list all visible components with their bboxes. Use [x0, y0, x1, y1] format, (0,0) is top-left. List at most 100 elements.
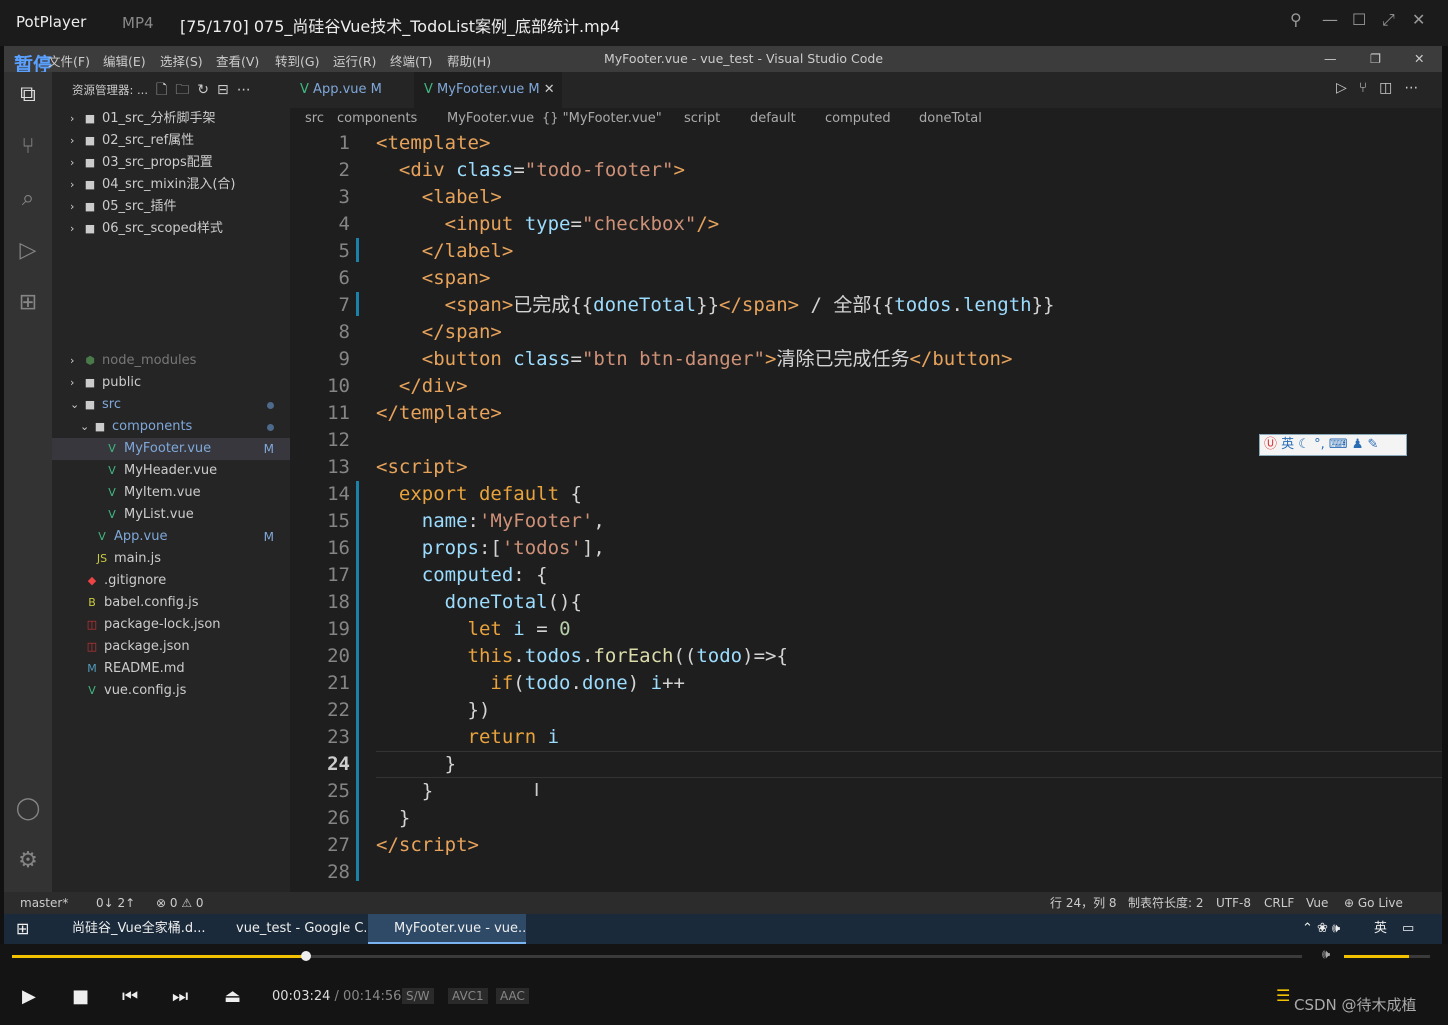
sync-indicator[interactable]: 0↓ 2↑: [96, 892, 135, 914]
tree-item[interactable]: › ■ 03_src_props配置: [70, 152, 213, 174]
tree-item[interactable]: › ■ 01_src_分析脚手架: [70, 108, 216, 130]
code-line: }): [376, 699, 491, 721]
seek-progress: [12, 955, 306, 958]
crumb-default[interactable]: default: [750, 108, 796, 130]
crumb-script[interactable]: script: [684, 108, 720, 130]
tab-myfooter-vue[interactable]: V MyFooter.vue M ✕: [414, 72, 562, 108]
line-ending[interactable]: CRLF: [1264, 892, 1294, 914]
start-icon[interactable]: ⊞: [16, 914, 29, 944]
account-icon[interactable]: ◯: [14, 796, 42, 824]
chip-sw[interactable]: S/W: [402, 988, 434, 1004]
code-line: <span>: [421, 267, 491, 289]
crumb-components[interactable]: components: [337, 108, 417, 130]
chip-aac[interactable]: AAC: [496, 988, 529, 1004]
line-number: 2: [338, 159, 350, 181]
crumb-computed[interactable]: computed: [825, 108, 891, 130]
crumb-src[interactable]: src: [305, 108, 324, 130]
tree-item-src[interactable]: ⌄ ■ src: [70, 394, 290, 416]
code-editor[interactable]: 1 2 3 4 5 6 7 8 9 10 11 12 13 14 15 16 1…: [290, 130, 1442, 892]
next-icon[interactable]: ⏭: [172, 986, 188, 1007]
vs-close-icon[interactable]: ✕: [1414, 51, 1424, 66]
player-brand[interactable]: PotPlayer: [16, 13, 86, 31]
tree-item-babel-config[interactable]: Bbabel.config.js: [84, 592, 198, 614]
crumb-donetotal[interactable]: doneTotal: [919, 108, 982, 130]
volume-icon[interactable]: 🕪: [1322, 947, 1330, 962]
tab-app-vue[interactable]: V App.vue M: [290, 72, 412, 108]
pin-icon[interactable]: ⚲: [1290, 10, 1302, 29]
close-icon[interactable]: ✕: [1412, 10, 1425, 29]
code-line: <label>: [421, 186, 502, 208]
tree-item-node-modules[interactable]: › ⬢ node_modules: [70, 350, 196, 372]
tab-size[interactable]: 制表符长度: 2: [1128, 892, 1204, 914]
tree-item[interactable]: › ■ 06_src_scoped样式: [70, 218, 223, 240]
cursor-position[interactable]: 行 24，列 8: [1050, 892, 1117, 914]
tree-item-myfooter[interactable]: V MyFooter.vue M: [52, 438, 290, 460]
minimize-icon[interactable]: —: [1322, 10, 1338, 29]
chip-avc1[interactable]: AVC1: [448, 988, 488, 1004]
menu-view[interactable]: 查看(V): [216, 51, 259, 70]
stop-icon[interactable]: ■: [72, 986, 89, 1007]
notification-icon[interactable]: ▭: [1402, 914, 1414, 944]
tree-item-vue-config[interactable]: Vvue.config.js: [84, 680, 186, 702]
menu-file[interactable]: 文件(F): [48, 51, 90, 70]
code-line: let i = 0: [467, 618, 571, 640]
playlist-icon[interactable]: ☰: [1276, 986, 1290, 1005]
line-number: 3: [338, 186, 350, 208]
task-word[interactable]: 尚硅谷_Vue全家桶.d...: [46, 914, 206, 944]
code-line: }: [376, 780, 434, 802]
menu-goto[interactable]: 转到(G): [275, 51, 319, 70]
fullscreen-icon[interactable]: ⤢: [1382, 10, 1395, 30]
tree-item[interactable]: › ■ 05_src_插件: [70, 196, 177, 218]
menu-selection[interactable]: 选择(S): [160, 51, 203, 70]
language-mode[interactable]: Vue: [1306, 892, 1328, 914]
tab-close-icon[interactable]: ✕: [544, 82, 555, 97]
encoding[interactable]: UTF-8: [1216, 892, 1251, 914]
line-number: 11: [327, 402, 350, 424]
seek-bar[interactable]: [12, 951, 1302, 961]
tree-item[interactable]: › ■ 02_src_ref属性: [70, 130, 194, 152]
play-icon[interactable]: ▶: [22, 986, 36, 1007]
go-live-button[interactable]: ⊕ Go Live: [1344, 892, 1403, 914]
tree-item-myitem[interactable]: V MyItem.vue: [104, 482, 200, 504]
prev-icon[interactable]: ⏮: [122, 986, 138, 1007]
tree-item[interactable]: › ■ 04_src_mixin混入(合): [70, 174, 236, 196]
explorer-actions-icon[interactable]: 🗋🗀↻⊟⋯: [156, 79, 259, 103]
tree-item-readme[interactable]: M README.md: [84, 658, 184, 680]
seek-knob[interactable]: [301, 951, 311, 961]
tree-item-components[interactable]: ⌄ ■ components: [80, 416, 290, 438]
vs-minimize-icon[interactable]: —: [1324, 51, 1337, 66]
tree-item-mylist[interactable]: V MyList.vue: [104, 504, 193, 526]
tree-item-public[interactable]: › ■ public: [70, 372, 141, 394]
run-debug-icon[interactable]: ▷: [14, 238, 42, 266]
menu-run[interactable]: 运行(R): [333, 51, 376, 70]
problems-indicator[interactable]: ⊗ 0 ⚠ 0: [156, 892, 204, 914]
tree-item-myheader[interactable]: V MyHeader.vue: [104, 460, 217, 482]
source-control-icon[interactable]: ⑂: [14, 134, 42, 162]
code-line: export default {: [398, 483, 582, 505]
tree-item-gitignore[interactable]: ◆ .gitignore: [84, 570, 166, 592]
vs-restore-icon[interactable]: ❐: [1370, 51, 1381, 66]
settings-gear-icon[interactable]: ⚙: [14, 848, 42, 876]
ime-toolbar[interactable]: Ⓤ 英 ☾ °, ⌨ ♟ ✎: [1259, 434, 1407, 456]
tray-lang[interactable]: 英: [1374, 914, 1387, 944]
tree-item-package-lock[interactable]: ◫ package-lock.json: [84, 614, 221, 636]
crumb-module[interactable]: {} "MyFooter.vue": [542, 108, 662, 130]
menu-help[interactable]: 帮助(H): [447, 51, 491, 70]
tree-item-package-json[interactable]: ◫ package.json: [84, 636, 190, 658]
task-chrome[interactable]: vue_test - Google C...: [210, 914, 366, 944]
tray-icons[interactable]: ⌃ ❀ 🕪: [1302, 914, 1340, 944]
maximize-icon[interactable]: ☐: [1352, 10, 1366, 29]
branch-indicator[interactable]: master*: [20, 892, 68, 914]
tree-item-app-vue[interactable]: V App.vue M: [94, 526, 290, 548]
tree-item-main-js[interactable]: JS main.js: [94, 548, 161, 570]
eject-icon[interactable]: ⏏: [224, 986, 241, 1007]
extensions-icon[interactable]: ⊞: [14, 290, 42, 318]
task-vscode[interactable]: MyFooter.vue - vue...: [368, 914, 526, 944]
volume-slider[interactable]: [1344, 955, 1430, 958]
menu-terminal[interactable]: 终端(T): [390, 51, 432, 70]
search-icon[interactable]: ⌕: [14, 186, 42, 214]
crumb-file[interactable]: MyFooter.vue: [447, 108, 534, 130]
menu-edit[interactable]: 编辑(E): [103, 51, 146, 70]
editor-actions-icon[interactable]: ▷⑂◫⋯: [1336, 80, 1430, 96]
explorer-icon[interactable]: ⧉: [14, 82, 42, 110]
